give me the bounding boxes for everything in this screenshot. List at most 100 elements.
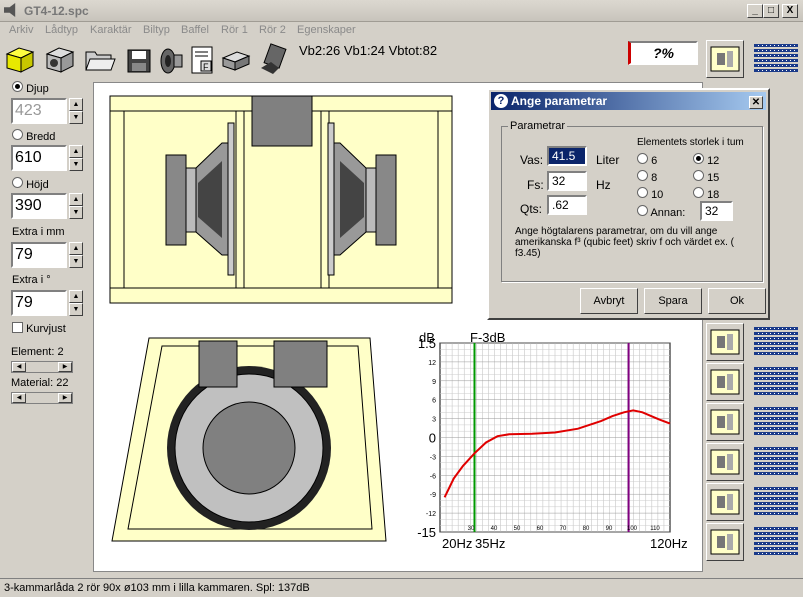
bredd-down[interactable]: ▼ (69, 158, 83, 171)
save-disk-icon[interactable] (122, 42, 156, 76)
hojd-field[interactable]: 390 (11, 193, 67, 219)
radio-djup[interactable]: Djup (12, 81, 49, 95)
menu-ladtyp[interactable]: Lådtyp (45, 24, 78, 36)
thumb-bar (754, 332, 798, 335)
menu-ror1[interactable]: Rör 1 (221, 24, 248, 36)
material-scroll[interactable]: ◀ ▶ (11, 392, 73, 404)
box-type-thumb[interactable] (704, 363, 802, 401)
radio-djup-dot[interactable] (12, 81, 23, 92)
size-15-dot[interactable] (693, 170, 704, 181)
thumb-bar (754, 487, 798, 490)
menu-baffel[interactable]: Baffel (181, 24, 209, 36)
box-type-thumb[interactable] (704, 523, 802, 561)
size-6-dot[interactable] (637, 153, 648, 164)
speaker-driver-icon[interactable] (154, 42, 188, 76)
box-type-thumb[interactable] (704, 443, 802, 481)
maximize-button[interactable]: □ (763, 4, 779, 18)
extra-deg-down[interactable]: ▼ (69, 303, 83, 316)
menu-karaktar[interactable]: Karaktär (90, 24, 132, 36)
element-scroll-right[interactable]: ▶ (58, 362, 72, 372)
extra-deg-field[interactable]: 79 (11, 290, 67, 316)
help-text: Ange högtalarens parametrar, om du vill … (515, 226, 734, 259)
box-type-icon (706, 403, 744, 441)
size-15-radio[interactable]: 15 (693, 170, 719, 184)
yellow-box-icon[interactable] (3, 42, 37, 76)
material-scroll-left[interactable]: ◀ (12, 393, 26, 403)
radio-hojd[interactable]: Höjd (12, 177, 49, 191)
y-tick-label: 6 (432, 398, 436, 405)
djup-down[interactable]: ▼ (69, 111, 83, 124)
thumb-bars (754, 367, 798, 397)
open-folder-icon[interactable] (83, 42, 117, 76)
djup-up[interactable]: ▲ (69, 98, 83, 111)
menu-biltyp[interactable]: Biltyp (143, 24, 170, 36)
element-scroll-left[interactable]: ◀ (12, 362, 26, 372)
box-type-thumb[interactable] (704, 40, 802, 78)
x-minor-label: 90 (606, 526, 613, 532)
menu-egenskaper[interactable]: Egenskaper (297, 24, 356, 36)
thumb-bar (754, 347, 798, 350)
x-minor-label: 40 (491, 526, 498, 532)
box-type-icon (706, 483, 744, 521)
x-minor-label: 70 (560, 526, 567, 532)
size-12-radio[interactable]: 12 (693, 153, 719, 167)
extra-mm-field[interactable]: 79 (11, 242, 67, 268)
y-tick-label: 9 (432, 379, 436, 386)
box-type-thumb[interactable] (704, 323, 802, 361)
speaker-box-icon[interactable] (43, 42, 77, 76)
ok-button[interactable]: Ok (708, 288, 766, 314)
kurvjust-box[interactable] (12, 322, 23, 333)
size-10-dot[interactable] (637, 187, 648, 198)
save-button[interactable]: Spara (644, 288, 702, 314)
size-8-radio[interactable]: 8 (637, 170, 657, 184)
minimize-button[interactable]: _ (747, 4, 763, 18)
x-minor-label: 100 (627, 526, 638, 532)
box-type-thumb[interactable] (704, 483, 802, 521)
window-title: GT4-12.spc (24, 4, 89, 18)
element-scroll[interactable]: ◀ ▶ (11, 361, 73, 373)
qts-input[interactable]: .62 (547, 195, 587, 215)
document-f-icon[interactable]: F (186, 42, 220, 76)
extra-mm-up[interactable]: ▲ (69, 242, 83, 255)
annan-radio[interactable]: Annan: (637, 205, 685, 219)
annan-dot[interactable] (637, 205, 648, 216)
menu-ror2[interactable]: Rör 2 (259, 24, 286, 36)
menu-arkiv[interactable]: Arkiv (9, 24, 33, 36)
bredd-up[interactable]: ▲ (69, 145, 83, 158)
printer-icon[interactable] (219, 42, 253, 76)
size-8-dot[interactable] (637, 170, 648, 181)
kurvjust-checkbox[interactable]: Kurvjust (12, 322, 66, 335)
material-scroll-right[interactable]: ▶ (58, 393, 72, 403)
radio-bredd[interactable]: Bredd (12, 129, 55, 143)
dialog-close-button[interactable]: ✕ (749, 96, 763, 109)
size-6-radio[interactable]: 6 (637, 153, 657, 167)
size-18-dot[interactable] (693, 187, 704, 198)
calculator-hand-icon[interactable] (257, 42, 291, 76)
y-tick-label: -15 (417, 525, 436, 540)
annan-input[interactable]: 32 (700, 201, 733, 221)
size-10-radio[interactable]: 10 (637, 187, 663, 201)
box-type-icon (706, 523, 744, 561)
radio-bredd-dot[interactable] (12, 129, 23, 140)
hojd-down[interactable]: ▼ (69, 206, 83, 219)
size-18-radio[interactable]: 18 (693, 187, 719, 201)
extra-mm-down[interactable]: ▼ (69, 255, 83, 268)
fs-unit: Hz (596, 178, 611, 192)
size-12-dot[interactable] (693, 153, 704, 164)
fs-input[interactable]: 32 (547, 171, 587, 191)
bredd-field[interactable]: 610 (11, 145, 67, 171)
djup-field[interactable]: 423 (11, 98, 67, 124)
status-bar: 3-kammarlåda 2 rör 90x ø103 mm i lilla k… (0, 578, 803, 597)
radio-hojd-dot[interactable] (12, 177, 23, 188)
qts-label: Qts: (520, 202, 543, 216)
box-type-thumb[interactable] (704, 403, 802, 441)
thumb-bar (754, 382, 798, 385)
extra-deg-up[interactable]: ▲ (69, 290, 83, 303)
help-icon: ? (494, 94, 508, 108)
vas-input[interactable]: 41.5 (547, 146, 587, 166)
thumb-bar (754, 552, 798, 555)
hojd-up[interactable]: ▲ (69, 193, 83, 206)
cancel-button[interactable]: Avbryt (580, 288, 638, 314)
close-button[interactable]: X (782, 4, 798, 18)
element-label: Element: 2 (11, 346, 64, 358)
